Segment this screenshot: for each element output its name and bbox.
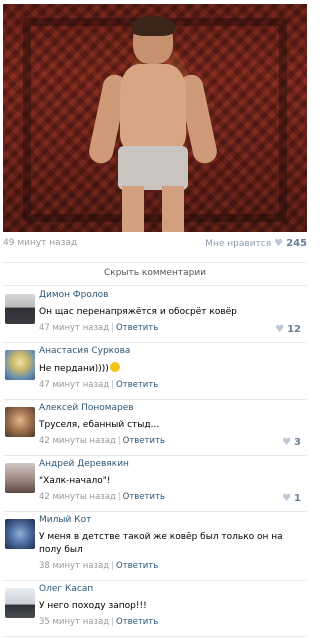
reply-link[interactable]: Ответить — [116, 323, 158, 333]
comment-like-count: 12 — [287, 324, 301, 335]
comment-author[interactable]: Андрей Деревякин — [39, 459, 301, 469]
comment-text: У меня в детстве такой же ковёр был толь… — [39, 532, 283, 555]
reply-link[interactable]: Ответить — [123, 492, 165, 502]
comment-author[interactable]: Алексей Пономарев — [39, 403, 301, 413]
comment-item: Олег Касап У него походу запор!!! 35 мин… — [3, 580, 307, 637]
comment-text: У него походу запор!!! — [39, 601, 147, 611]
post-time[interactable]: 49 минут назад — [3, 238, 77, 248]
reply-link[interactable]: Ответить — [116, 561, 158, 571]
avatar[interactable] — [5, 407, 35, 437]
person-figure — [86, 16, 220, 232]
heart-icon: ♥ — [282, 436, 292, 448]
like-label: Мне нравится — [205, 238, 272, 249]
comment-item: Анастасия Суркова Не пердани)))) 47 мину… — [3, 342, 307, 400]
comment-time[interactable]: 42 минуты назад — [39, 436, 116, 446]
post-photo[interactable] — [3, 4, 307, 232]
comment-author[interactable]: Димон Фролов — [39, 290, 301, 300]
comment-item: Андрей Деревякин "Халк-начало"! 42 минут… — [3, 455, 307, 512]
comment-text: Не пердани)))) — [39, 364, 109, 374]
comment-time[interactable]: 35 минут назад — [39, 617, 109, 627]
avatar[interactable] — [5, 463, 35, 493]
reply-link[interactable]: Ответить — [123, 436, 165, 446]
post-meta: 49 минут назад Мне нравится ♥ 245 — [3, 238, 307, 252]
heart-icon: ♥ — [282, 492, 292, 504]
comment-like-button[interactable]: ♥ 12 — [275, 324, 301, 335]
avatar[interactable] — [5, 519, 35, 549]
comment-time[interactable]: 47 минут назад — [39, 323, 109, 333]
comment-text: Труселя, ебанный стыд... — [39, 420, 160, 430]
comment-text: "Халк-начало"! — [39, 476, 111, 486]
comment-time[interactable]: 47 минут назад — [39, 380, 109, 390]
post-like-button[interactable]: Мне нравится ♥ 245 — [205, 238, 307, 249]
comment-item: Димон Фролов Он щас перенапряжётся и обо… — [3, 286, 307, 343]
reply-link[interactable]: Ответить — [116, 617, 158, 627]
comment-like-button[interactable]: ♥ 1 — [282, 493, 301, 504]
comment-like-count: 1 — [294, 493, 301, 504]
reply-link[interactable]: Ответить — [116, 380, 158, 390]
comment-item: Милый Кот У меня в детстве такой же ковё… — [3, 511, 307, 581]
comment-time[interactable]: 38 минут назад — [39, 561, 109, 571]
comment-like-button[interactable]: ♥ 3 — [282, 437, 301, 448]
comment-item: Алексей Пономарев Труселя, ебанный стыд.… — [3, 399, 307, 456]
comment-author[interactable]: Олег Касап — [39, 584, 301, 594]
laughing-emoji-icon — [109, 362, 120, 372]
comment-time[interactable]: 42 минуты назад — [39, 492, 116, 502]
avatar[interactable] — [5, 350, 35, 380]
like-count: 245 — [286, 238, 307, 249]
comment-text: Он щас перенапряжётся и обосрёт ковёр — [39, 307, 237, 317]
hide-comments-button[interactable]: Скрыть комментарии — [3, 262, 307, 286]
avatar[interactable] — [5, 588, 35, 618]
avatar[interactable] — [5, 294, 35, 324]
comment-author[interactable]: Милый Кот — [39, 515, 301, 525]
heart-icon: ♥ — [275, 323, 285, 335]
heart-icon: ♥ — [274, 237, 284, 249]
comment-author[interactable]: Анастасия Суркова — [39, 346, 301, 356]
comment-like-count: 3 — [294, 437, 301, 448]
